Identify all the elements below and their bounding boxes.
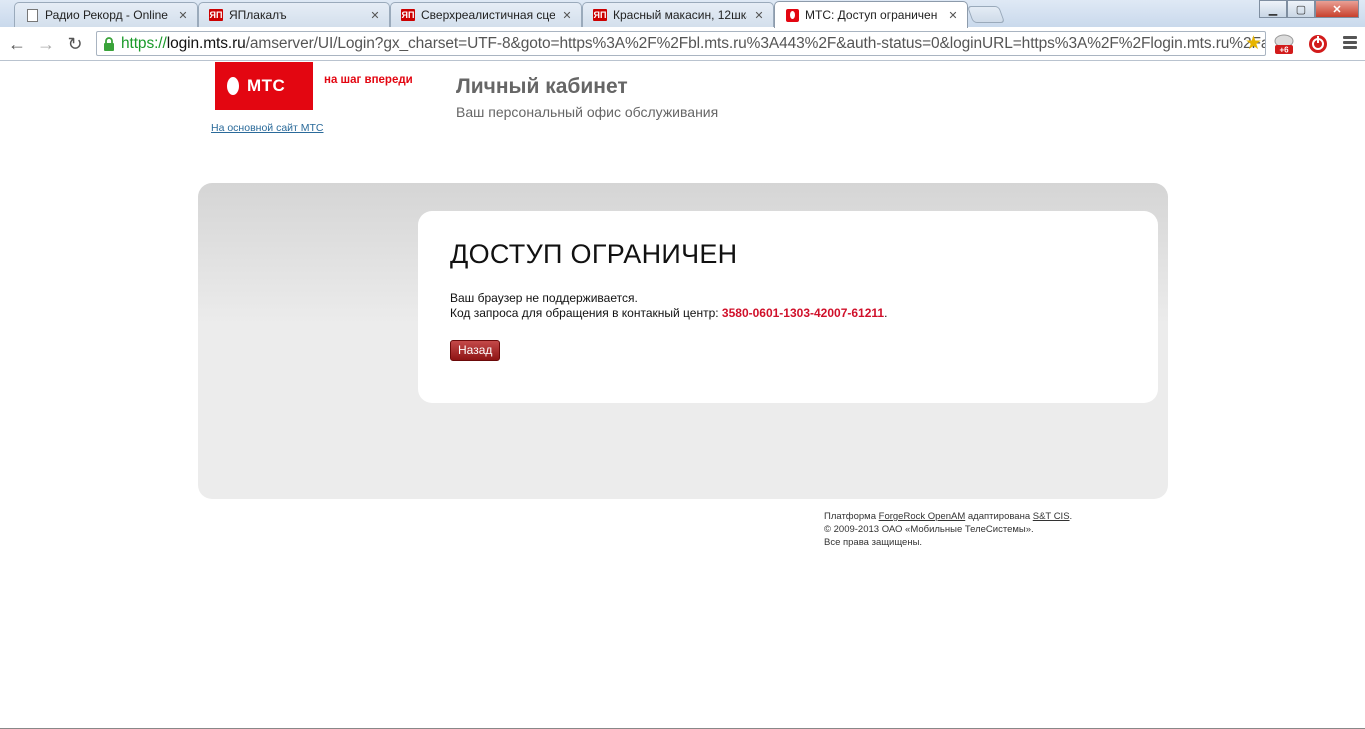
mts-logo[interactable]: МТС — [215, 62, 313, 110]
tab-title: Красный макасин, 12шка — [613, 8, 747, 22]
extension-badge-icon[interactable]: +6 — [1273, 33, 1295, 55]
minimize-icon[interactable]: ▁ — [1259, 0, 1287, 18]
content-panel: ДОСТУП ОГРАНИЧЕН Ваш браузер не поддержи… — [198, 183, 1168, 499]
footer: Платформа ForgeRock OpenAM адаптирована … — [824, 510, 1072, 549]
page-title: Личный кабинет — [456, 75, 628, 98]
tab-title: ЯПлакалъ — [229, 8, 287, 22]
tab-strip: Радио Рекорд - Online Pl ✕ ЯП ЯПлакалъ ✕… — [0, 0, 1365, 28]
close-icon[interactable]: ✕ — [561, 9, 573, 22]
bookmark-star-icon[interactable]: ★ — [1243, 33, 1264, 54]
yaplakal-icon: ЯП — [400, 9, 416, 21]
close-icon[interactable]: ✕ — [177, 9, 189, 22]
request-code: 3580-0601-1303-42007-61211 — [721, 306, 885, 320]
close-icon[interactable]: ✕ — [753, 9, 765, 22]
address-bar[interactable]: https://login.mts.ru/amserver/UI/Login?g… — [96, 31, 1266, 56]
mts-egg-icon — [227, 77, 239, 95]
rights-text: Все права защищены. — [824, 537, 923, 548]
menu-icon[interactable] — [1343, 36, 1357, 51]
tab-title: МТС: Доступ ограничен — [805, 8, 938, 22]
browser-toolbar: ← → ↻ https://login.mts.ru/amserver/UI/L… — [0, 27, 1365, 61]
message-card: ДОСТУП ОГРАНИЧЕН Ваш браузер не поддержи… — [418, 211, 1158, 403]
window-controls: ▁ ▢ ✕ — [1259, 0, 1359, 18]
yaplakal-icon: ЯП — [208, 9, 224, 21]
tab-hyperrealistic[interactable]: ЯП Сверхреалистичная сцен ✕ — [390, 2, 582, 27]
mts-icon — [785, 8, 799, 22]
page: МТС на шаг впереди На основной сайт МТС … — [0, 62, 1365, 729]
url-text: https://login.mts.ru/amserver/UI/Login?g… — [121, 34, 1265, 52]
close-icon[interactable]: ✕ — [947, 9, 959, 22]
tab-yaplakal[interactable]: ЯП ЯПлакалъ ✕ — [198, 2, 390, 27]
reload-icon[interactable]: ↻ — [63, 32, 87, 56]
page-subtitle: Ваш персональный офис обслуживания — [456, 104, 719, 120]
maximize-icon[interactable]: ▢ — [1287, 0, 1315, 18]
request-code-line: Код запроса для обращения в контакный це… — [450, 306, 888, 320]
st-cis-link[interactable]: S&T CIS — [1033, 511, 1070, 522]
tab-title: Радио Рекорд - Online Pl — [45, 8, 171, 22]
error-heading: ДОСТУП ОГРАНИЧЕН — [450, 239, 738, 269]
tab-mts-access-denied[interactable]: МТС: Доступ ограничен ✕ — [774, 1, 968, 28]
opera-turbo-icon[interactable] — [1307, 33, 1329, 55]
platform-line: Платформа ForgeRock OpenAM адаптирована … — [824, 511, 1073, 522]
forgerock-link[interactable]: ForgeRock OpenAM — [879, 511, 966, 522]
tab-radio-record[interactable]: Радио Рекорд - Online Pl ✕ — [14, 2, 198, 27]
slogan: на шаг впереди — [324, 74, 413, 86]
new-tab-button[interactable] — [966, 6, 1006, 23]
document-icon — [25, 8, 39, 22]
lock-icon — [104, 36, 114, 51]
tab-title: Сверхреалистичная сцен — [421, 8, 555, 22]
back-arrow-icon[interactable]: ← — [5, 32, 29, 56]
tab-red-moccasin[interactable]: ЯП Красный макасин, 12шка ✕ — [582, 2, 774, 27]
copyright-text: © 2009-2013 ОАО «Мобильные ТелеСистемы». — [824, 524, 1034, 535]
forward-arrow-icon[interactable]: → — [34, 32, 58, 56]
svg-text:+6: +6 — [1279, 46, 1289, 55]
back-button[interactable]: Назад — [450, 340, 501, 361]
yaplakal-icon: ЯП — [592, 9, 608, 21]
close-icon[interactable]: ✕ — [369, 9, 381, 22]
logo-text: МТС — [247, 76, 286, 95]
browser-unsupported-text: Ваш браузер не поддерживается. — [450, 291, 638, 305]
main-site-link[interactable]: На основной сайт МТС — [211, 122, 324, 134]
close-window-icon[interactable]: ✕ — [1315, 0, 1359, 18]
